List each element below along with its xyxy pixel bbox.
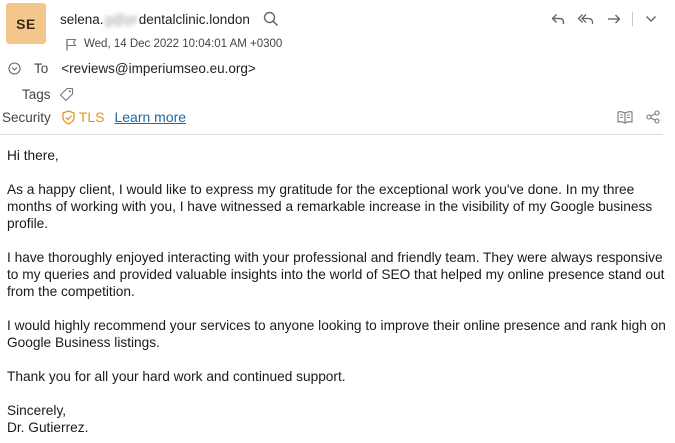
from-suffix: dentalclinic.london [138,11,250,27]
more-chevron-icon[interactable] [641,9,661,29]
tags-label: Tags [22,86,51,102]
body-paragraph-1: As a happy client, I would like to expre… [7,182,653,231]
actions-separator [632,12,633,26]
reply-icon[interactable] [548,9,568,29]
expand-chevron-icon[interactable] [7,61,21,75]
tags-row: Tags [22,84,75,104]
from-prefix: selena. [60,11,104,27]
message-actions [548,9,661,29]
header-divider [0,134,663,135]
forward-icon[interactable] [604,9,624,29]
to-address[interactable]: <reviews@imperiumseo.eu.org> [61,61,256,76]
sender-avatar: SE [6,3,46,44]
reader-view-icon[interactable] [617,109,633,125]
from-address[interactable]: selena.g@prdentalclinic.london [60,12,250,27]
body-paragraph-2: I have thoroughly enjoyed interacting wi… [7,250,665,299]
from-obscured: g@pr [104,11,138,27]
closing: Sincerely, [7,403,67,418]
security-row: Security TLS Learn more [2,107,186,127]
body-paragraph-3: I would highly recommend your services t… [7,318,666,350]
flag-icon[interactable] [64,37,78,51]
learn-more-link[interactable]: Learn more [114,109,186,125]
reply-all-icon[interactable] [576,9,596,29]
security-label: Security [2,109,51,125]
body-paragraph-4: Thank you for all your hard work and con… [7,369,346,384]
greeting: Hi there, [7,148,59,163]
search-icon[interactable] [262,10,280,28]
signature: Dr. Gutierrez. [7,420,89,435]
shield-icon [62,109,76,125]
from-line: selena.g@prdentalclinic.london [60,9,280,29]
to-row: To <reviews@imperiumseo.eu.org> [7,58,256,78]
message-date: Wed, 14 Dec 2022 10:04:01 AM +0300 [84,38,283,50]
date-line: Wed, 14 Dec 2022 10:04:01 AM +0300 [64,36,282,52]
share-icon[interactable] [645,109,661,125]
message-body: Hi there, As a happy client, I would lik… [7,147,667,436]
tls-status: TLS [78,109,105,125]
tag-icon[interactable] [59,86,75,102]
to-label: To [34,60,49,76]
view-options [617,108,661,126]
